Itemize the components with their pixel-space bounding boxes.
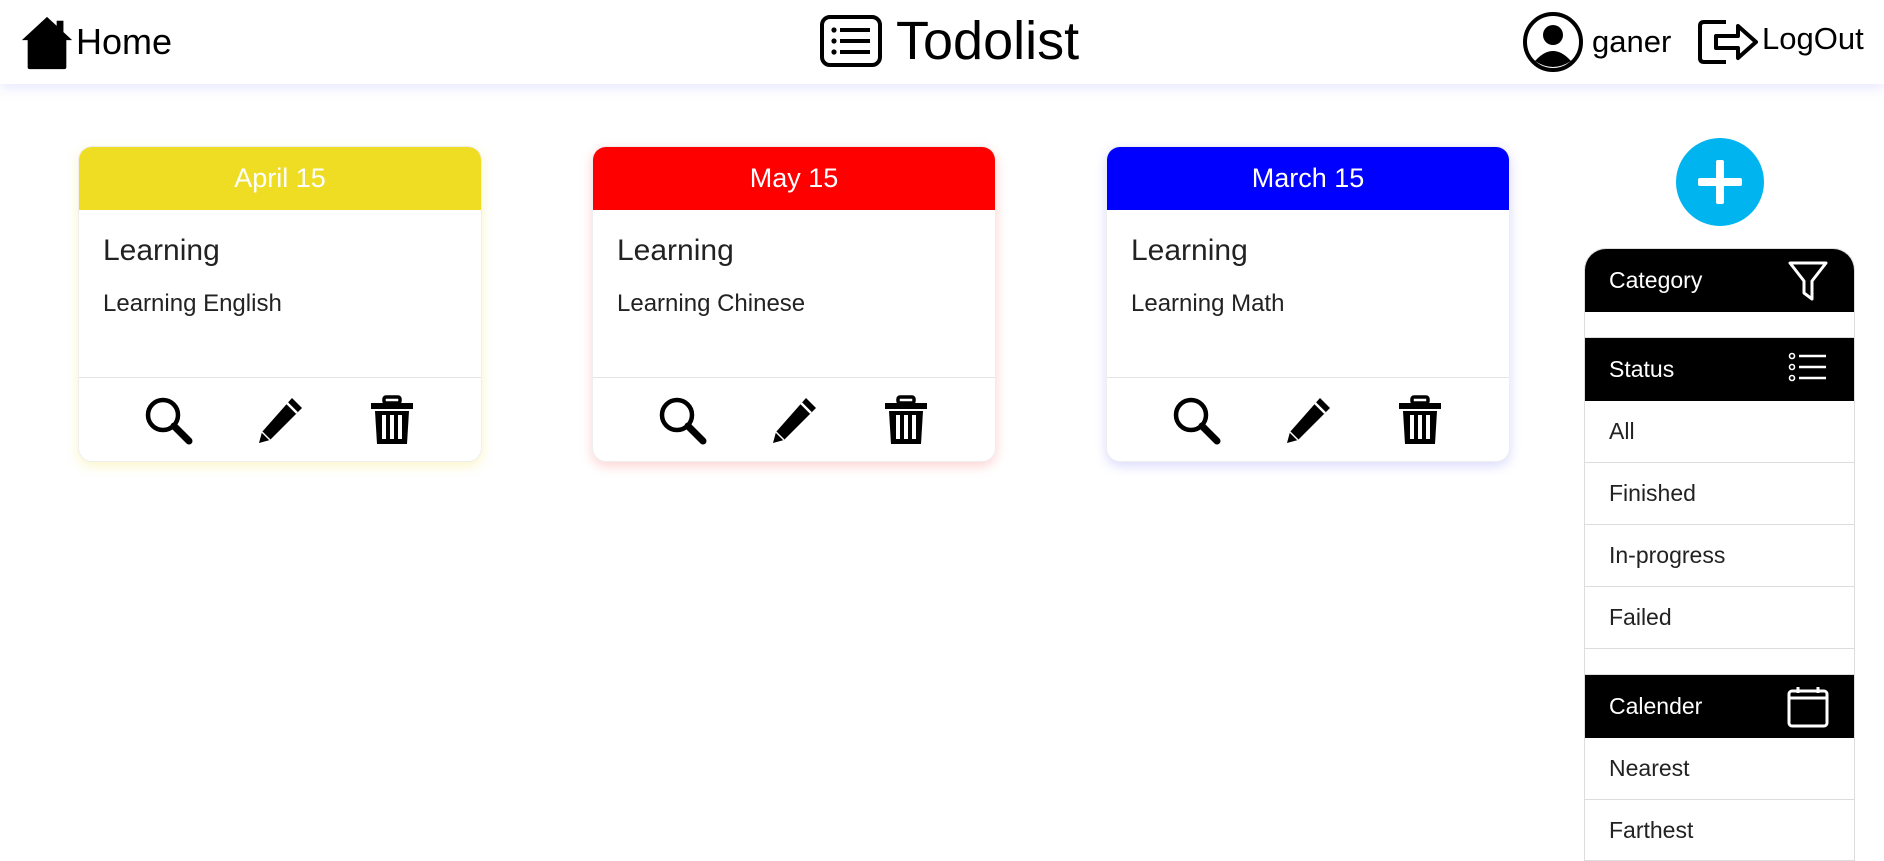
- card-actions: [593, 378, 995, 461]
- home-label: Home: [76, 21, 173, 62]
- pencil-icon: [773, 398, 816, 443]
- trash-icon: [371, 395, 413, 444]
- top-navbar: Home Todolist ganer LogOut: [0, 0, 1884, 84]
- plus-icon: [1698, 160, 1742, 204]
- list-icon: [1788, 352, 1826, 381]
- card-actions: [79, 378, 481, 461]
- logout-label: LogOut: [1762, 21, 1864, 56]
- username: ganer: [1592, 24, 1672, 59]
- view-button[interactable]: [1168, 392, 1224, 448]
- delete-button[interactable]: [1392, 392, 1448, 448]
- card-title: Learning: [1131, 234, 1248, 267]
- search-icon: [1173, 397, 1221, 445]
- status-option-all[interactable]: All: [1585, 401, 1854, 463]
- card-title: Learning: [617, 234, 734, 267]
- app-brand: Todolist: [820, 8, 1079, 74]
- card-title: Learning: [103, 234, 220, 267]
- search-icon: [659, 397, 707, 445]
- card-actions: [1107, 378, 1509, 461]
- trash-icon: [885, 395, 927, 444]
- view-button[interactable]: [140, 392, 196, 448]
- todo-card: March 15 Learning Learning Math: [1106, 146, 1510, 462]
- card-description: Learning Math: [1131, 290, 1285, 317]
- filter-panel: Category Status All Finished In-progress…: [1584, 248, 1855, 861]
- calender-header[interactable]: Calender: [1585, 675, 1854, 738]
- todo-card: May 15 Learning Learning Chinese: [592, 146, 996, 462]
- funnel-icon: [1788, 261, 1828, 300]
- home-icon: [21, 16, 73, 70]
- calendar-icon: [1787, 686, 1829, 727]
- card-description: Learning English: [103, 290, 282, 317]
- calender-option-nearest[interactable]: Nearest: [1585, 738, 1854, 800]
- todo-card: April 15 Learning Learning English: [78, 146, 482, 462]
- status-label: Status: [1609, 356, 1675, 382]
- card-body: Learning Learning Math: [1107, 210, 1509, 378]
- edit-button[interactable]: [766, 392, 822, 448]
- trash-icon: [1399, 395, 1441, 444]
- card-date-header: May 15: [593, 147, 995, 210]
- user-profile[interactable]: ganer: [1522, 10, 1671, 74]
- panel-divider: [1585, 312, 1854, 338]
- category-label: Category: [1609, 267, 1703, 293]
- status-header[interactable]: Status: [1585, 338, 1854, 401]
- add-todo-button[interactable]: [1676, 138, 1764, 226]
- edit-button[interactable]: [1280, 392, 1336, 448]
- view-button[interactable]: [654, 392, 710, 448]
- card-description: Learning Chinese: [617, 290, 806, 317]
- pencil-icon: [1287, 398, 1330, 443]
- card-body: Learning Learning English: [79, 210, 481, 378]
- panel-divider: [1585, 649, 1854, 675]
- status-option-failed[interactable]: Failed: [1585, 587, 1854, 649]
- calender-option-farthest[interactable]: Farthest: [1585, 800, 1854, 860]
- status-option-in-progress[interactable]: In-progress: [1585, 525, 1854, 587]
- card-date-header: April 15: [79, 147, 481, 210]
- list-box-icon: [820, 15, 882, 67]
- logout-icon: [1698, 20, 1758, 64]
- pencil-icon: [259, 398, 302, 443]
- delete-button[interactable]: [878, 392, 934, 448]
- delete-button[interactable]: [364, 392, 420, 448]
- edit-button[interactable]: [252, 392, 308, 448]
- category-header[interactable]: Category: [1585, 249, 1854, 312]
- app-title: Todolist: [896, 11, 1080, 71]
- card-body: Learning Learning Chinese: [593, 210, 995, 378]
- card-date-header: March 15: [1107, 147, 1509, 210]
- search-icon: [145, 397, 193, 445]
- status-option-finished[interactable]: Finished: [1585, 463, 1854, 525]
- logout-button[interactable]: LogOut: [1696, 12, 1864, 72]
- home-link[interactable]: Home: [18, 12, 172, 72]
- calender-label: Calender: [1609, 693, 1703, 719]
- user-avatar-icon: [1523, 12, 1583, 72]
